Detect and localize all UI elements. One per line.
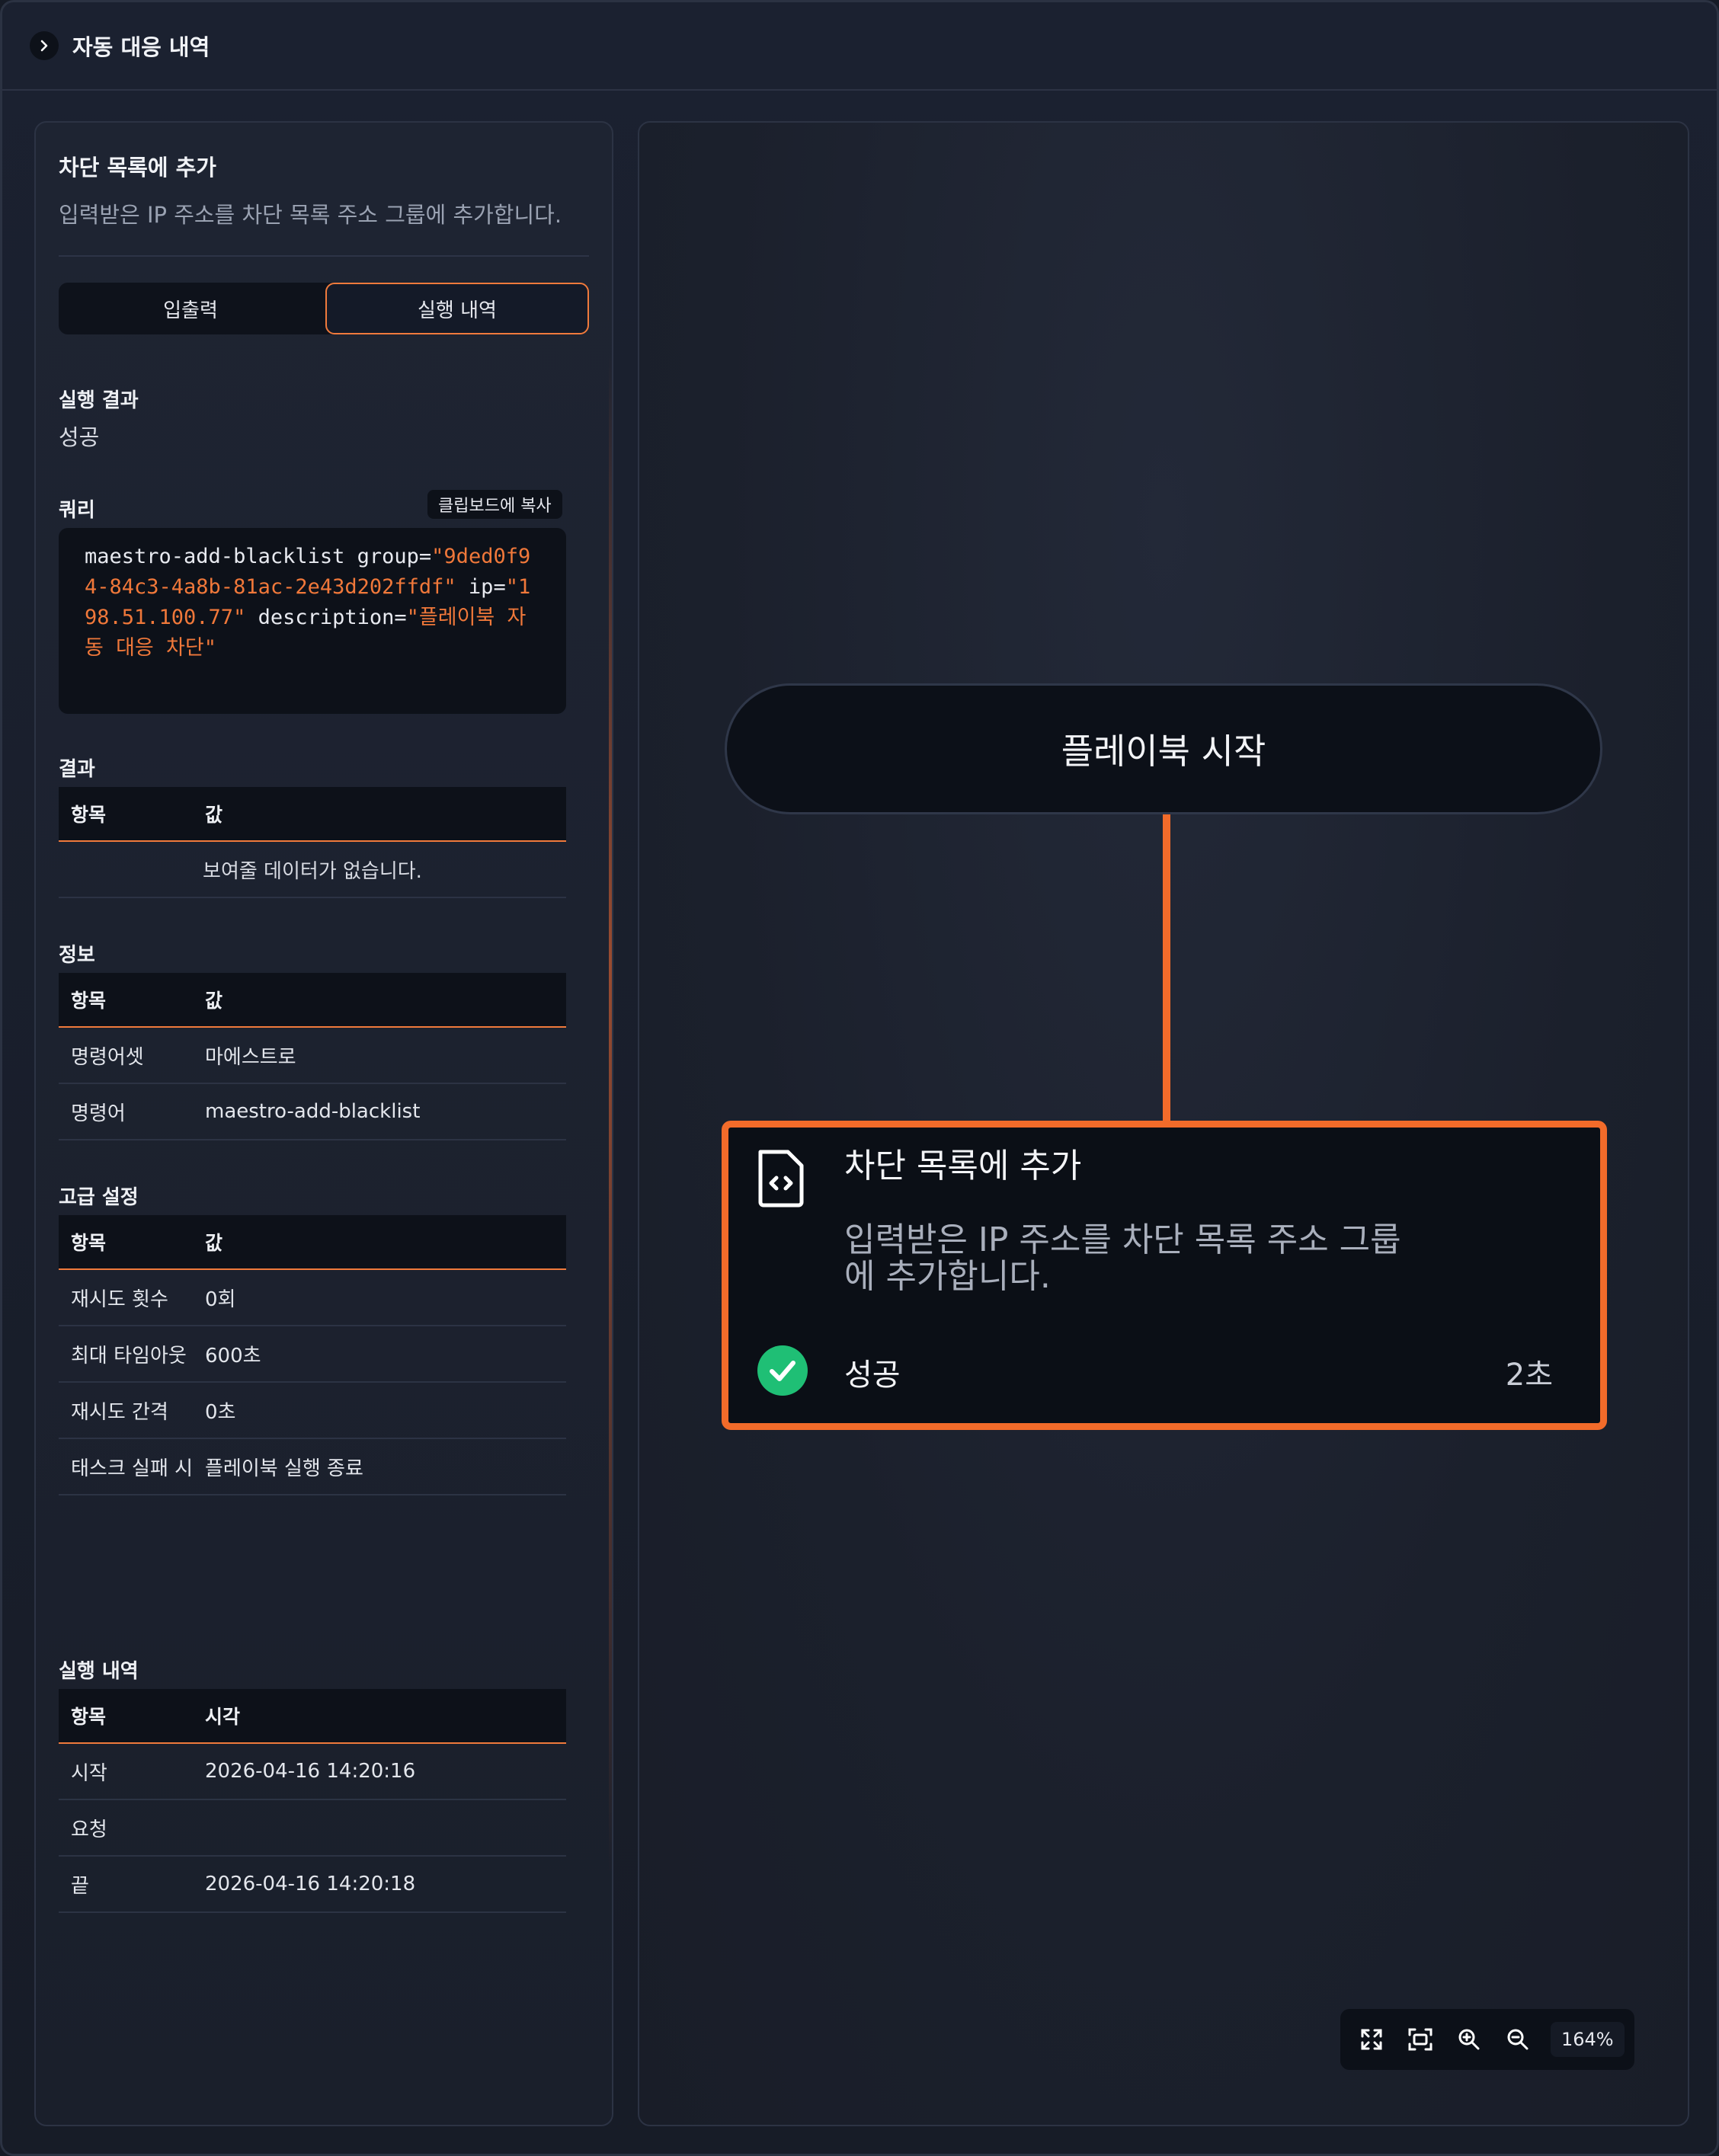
task-title: 차단 목록에 추가	[59, 155, 216, 181]
playbook-flow-canvas[interactable]: 플레이북 시작 차단 목록에 추가 입력받은 IP 주소를 차단 목록 주소 그…	[638, 121, 1689, 2126]
info-table-label: 정보	[59, 944, 95, 967]
fit-view-button[interactable]	[1354, 2022, 1389, 2057]
task-node-duration: 2초	[1505, 1358, 1553, 1393]
table-header: 항목 시각	[59, 1689, 566, 1744]
table-cell: 플레이북 실행 종료	[205, 1457, 363, 1480]
table-cell: 2026-04-16 14:20:18	[205, 1873, 416, 1895]
table-header-cell: 값	[205, 804, 223, 826]
query-desc-key: description=	[245, 606, 407, 629]
empty-state: 보여줄 데이터가 없습니다.	[59, 842, 566, 898]
info-table: 항목 값 명령어셋 마에스트로 명령어 maestro-add-blacklis…	[59, 973, 566, 1140]
task-node-status: 성공	[844, 1358, 901, 1393]
table-cell: 마에스트로	[205, 1045, 296, 1069]
query-group-key: group=	[344, 545, 432, 568]
table-cell: 최대 타임아웃	[71, 1344, 187, 1367]
task-description: 입력받은 IP 주소를 차단 목록 주소 그룹에 추가합니다.	[59, 202, 562, 228]
code-file-icon	[758, 1150, 804, 1208]
playbook-start-node[interactable]: 플레이북 시작	[725, 683, 1602, 814]
history-table-label: 실행 내역	[59, 1660, 139, 1683]
advanced-table: 항목 값 재시도 횟수 0회 최대 타임아웃 600초 재시도 간격 0초 태스…	[59, 1215, 566, 1495]
task-node-description-line: 입력받은 IP 주소를 차단 목록 주소 그룹	[844, 1220, 1401, 1259]
table-header: 항목 값	[59, 973, 566, 1028]
table-cell: 0회	[205, 1288, 236, 1311]
task-node-title: 차단 목록에 추가	[844, 1147, 1082, 1185]
table-header-cell: 값	[205, 1232, 223, 1254]
app-window: 자동 대응 내역 차단 목록에 추가 입력받은 IP 주소를 차단 목록 주소 …	[0, 0, 1719, 2156]
table-cell: 재시도 간격	[71, 1400, 168, 1424]
collapse-toggle-button[interactable]	[30, 31, 59, 60]
table-cell: 시작	[71, 1761, 107, 1785]
exec-result-value: 성공	[59, 424, 100, 450]
result-table-label: 결과	[59, 758, 95, 781]
table-cell: 재시도 횟수	[71, 1288, 168, 1311]
panel-glow	[609, 351, 612, 1875]
query-ip-key: ip=	[456, 575, 506, 599]
table-row: 시작 2026-04-16 14:20:16	[59, 1744, 566, 1800]
tab-history[interactable]: 실행 내역	[325, 283, 589, 334]
table-row: 끝 2026-04-16 14:20:18	[59, 1857, 566, 1913]
query-code-block[interactable]: maestro-add-blacklist group="9ded0f94-84…	[59, 528, 566, 714]
table-cell: 요청	[71, 1818, 107, 1841]
task-detail-panel: 차단 목록에 추가 입력받은 IP 주소를 차단 목록 주소 그룹에 추가합니다…	[34, 121, 613, 2126]
task-node-description-line: 에 추가합니다.	[844, 1257, 1051, 1296]
table-header: 항목 값	[59, 1215, 566, 1270]
table-cell: maestro-add-blacklist	[205, 1100, 421, 1123]
canvas-zoom-controls: 164%	[1340, 2009, 1634, 2070]
table-row: 태스크 실패 시 플레이북 실행 종료	[59, 1439, 566, 1495]
detail-tabs: 입출력 실행 내역	[59, 283, 589, 334]
table-cell: 2026-04-16 14:20:16	[205, 1760, 416, 1783]
zoom-in-icon	[1458, 2029, 1480, 2050]
table-row: 재시도 간격 0초	[59, 1383, 566, 1439]
chevron-right-icon	[40, 40, 48, 52]
focus-frame-icon	[1408, 2028, 1432, 2051]
zoom-out-button[interactable]	[1500, 2022, 1535, 2057]
table-header-cell: 값	[205, 990, 223, 1012]
query-label: 쿼리	[59, 499, 95, 522]
table-row: 명령어셋 마에스트로	[59, 1028, 566, 1084]
result-table: 항목 값 보여줄 데이터가 없습니다.	[59, 787, 566, 898]
table-header-cell: 항목	[71, 1706, 107, 1728]
table-row: 재시도 횟수 0회	[59, 1270, 566, 1326]
table-cell: 600초	[205, 1344, 261, 1367]
tab-io[interactable]: 입출력	[59, 283, 322, 334]
zoom-level-indicator: 164%	[1551, 2022, 1625, 2057]
zoom-out-icon	[1507, 2029, 1529, 2050]
expand-icon	[1361, 2029, 1382, 2050]
table-cell: 명령어	[71, 1102, 126, 1125]
zoom-in-button[interactable]	[1452, 2022, 1487, 2057]
table-cell: 0초	[205, 1400, 236, 1424]
task-node-description: 입력받은 IP 주소를 차단 목록 주소 그룹 에 추가합니다.	[844, 1222, 1515, 1295]
page-header: 자동 대응 내역	[2, 2, 1717, 91]
divider	[59, 255, 589, 257]
exec-result-label: 실행 결과	[59, 389, 139, 412]
center-view-button[interactable]	[1403, 2022, 1438, 2057]
table-row: 요청	[59, 1800, 566, 1857]
table-row: 최대 타임아웃 600초	[59, 1326, 566, 1383]
table-row: 명령어 maestro-add-blacklist	[59, 1084, 566, 1140]
table-header-cell: 항목	[71, 804, 107, 826]
copy-to-clipboard-button[interactable]: 클립보드에 복사	[427, 490, 562, 519]
history-table: 항목 시각 시작 2026-04-16 14:20:16 요청 끝 2026-0…	[59, 1689, 566, 1913]
table-cell: 태스크 실패 시	[71, 1457, 194, 1480]
table-header-cell: 시각	[205, 1706, 241, 1728]
query-command: maestro-add-blacklist	[85, 545, 345, 568]
advanced-table-label: 고급 설정	[59, 1186, 139, 1209]
table-cell: 명령어셋	[71, 1045, 144, 1069]
table-cell: 끝	[71, 1874, 89, 1898]
table-header-cell: 항목	[71, 1232, 107, 1254]
table-header: 항목 값	[59, 787, 566, 842]
checkmark-icon	[770, 1361, 795, 1381]
table-header-cell: 항목	[71, 990, 107, 1012]
page-title: 자동 대응 내역	[72, 34, 210, 60]
check-circle-icon	[757, 1345, 808, 1396]
task-node-add-blacklist[interactable]: 차단 목록에 추가 입력받은 IP 주소를 차단 목록 주소 그룹 에 추가합니…	[722, 1121, 1607, 1430]
